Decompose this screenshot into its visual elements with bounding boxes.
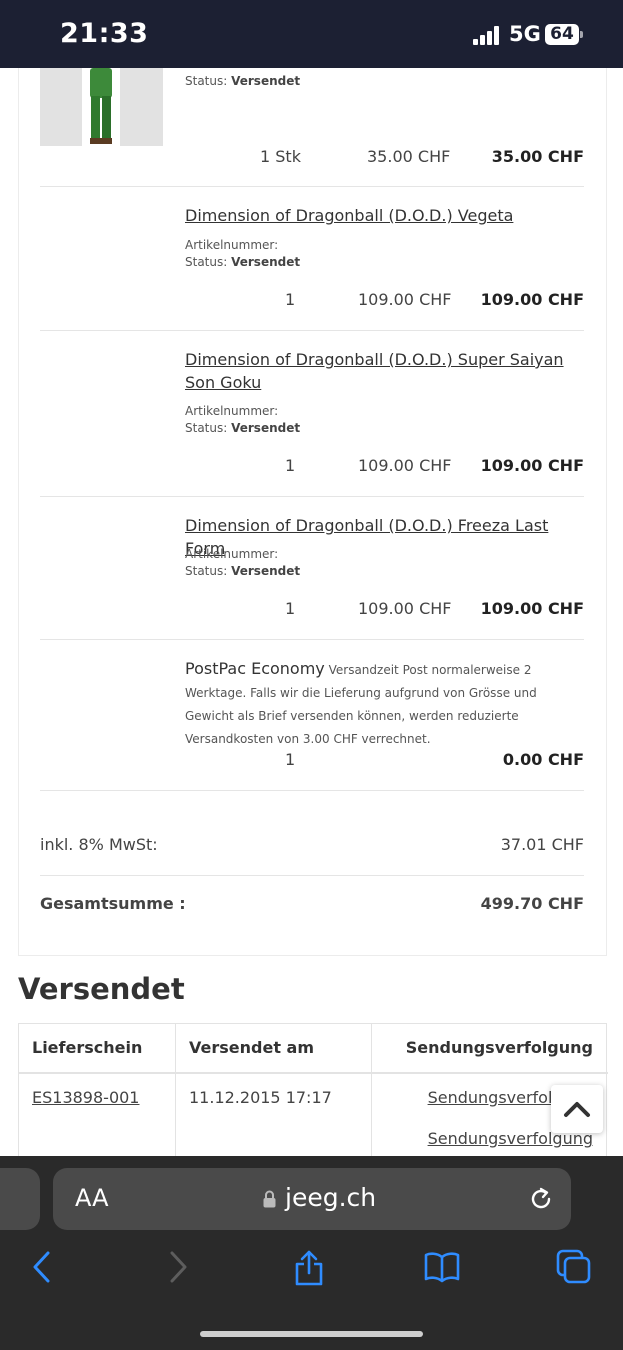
reload-icon[interactable] xyxy=(527,1185,555,1213)
shipment-section-title: Versendet xyxy=(18,972,185,1006)
item-unit-price: 109.00 CHF xyxy=(358,290,452,309)
item-status: Status: Versendet xyxy=(185,255,301,269)
divider xyxy=(40,496,584,497)
column-header-shipped-at: Versendet am xyxy=(189,1038,315,1057)
back-icon[interactable] xyxy=(30,1249,54,1285)
item-sku-label: Artikelnummer: xyxy=(185,238,279,252)
item-total: 109.00 CHF xyxy=(480,456,584,475)
order-card xyxy=(18,68,607,956)
product-image[interactable] xyxy=(40,68,163,146)
item-title-link[interactable]: Dimension of Dragonball (D.O.D.) Super S… xyxy=(185,348,575,394)
column-header-delivery-note: Lieferschein xyxy=(32,1038,143,1057)
item-qty: 1 xyxy=(285,599,296,618)
scroll-to-top-button[interactable] xyxy=(551,1085,603,1133)
divider xyxy=(40,330,584,331)
previous-tab-preview[interactable] xyxy=(0,1168,40,1230)
item-total: 109.00 CHF xyxy=(480,599,584,618)
shipping-method: PostPac Economy Versandzeit Post normale… xyxy=(185,657,580,751)
item-meta: Artikelnummer: Status: Versendet xyxy=(185,546,300,580)
page-content: Status: Versendet 1 Stk 35.00 CHF 35.00 … xyxy=(0,68,623,1156)
column-header-tracking: Sendungsverfolgung xyxy=(405,1038,593,1057)
shipment-table: Lieferschein Versendet am Sendungsverfol… xyxy=(18,1023,608,1156)
shipped-at-value: 11.12.2015 17:17 xyxy=(189,1088,332,1107)
shipping-name: PostPac Economy xyxy=(185,659,325,678)
forward-icon[interactable] xyxy=(166,1249,190,1285)
item-qty: 1 xyxy=(285,456,296,475)
item-status: Status: Versendet xyxy=(185,421,301,435)
divider xyxy=(40,639,584,640)
item-sku-label: Artikelnummer: xyxy=(185,547,279,561)
divider xyxy=(40,875,584,876)
item-unit-price: 109.00 CHF xyxy=(358,456,452,475)
divider xyxy=(40,790,584,791)
item-total: 35.00 CHF xyxy=(491,147,584,166)
grand-total-value: 499.70 CHF xyxy=(480,894,584,913)
chevron-up-icon xyxy=(564,1102,590,1117)
battery-icon: 64 xyxy=(545,24,583,45)
action-figure-image xyxy=(82,68,120,146)
item-unit-price: 35.00 CHF xyxy=(367,147,451,166)
status-bar: 21:33 5G 64 xyxy=(0,0,623,68)
divider xyxy=(40,186,584,187)
signal-icon xyxy=(473,25,503,45)
item-meta: Artikelnummer: Status: Versendet xyxy=(185,403,300,437)
vat-value: 37.01 CHF xyxy=(500,835,584,854)
status-time: 21:33 xyxy=(60,18,149,49)
item-unit-price: 109.00 CHF xyxy=(358,599,452,618)
bookmarks-icon[interactable] xyxy=(423,1249,461,1285)
item-qty: 1 Stk xyxy=(260,147,301,166)
grand-total-label: Gesamtsumme : xyxy=(40,894,186,913)
item-sku-label: Artikelnummer: xyxy=(185,404,279,418)
url-domain: jeeg.ch xyxy=(285,1183,377,1212)
browser-toolbar: AA jeeg.ch xyxy=(0,1156,623,1350)
delivery-note-link[interactable]: ES13898-001 xyxy=(32,1088,139,1107)
share-icon[interactable] xyxy=(293,1249,325,1287)
item-qty: 1 xyxy=(285,290,296,309)
shipping-qty: 1 xyxy=(285,750,296,769)
item-total: 109.00 CHF xyxy=(480,290,584,309)
network-type: 5G xyxy=(509,22,541,46)
lock-icon xyxy=(263,1190,276,1208)
address-bar[interactable]: AA jeeg.ch xyxy=(53,1168,571,1230)
vat-label: inkl. 8% MwSt: xyxy=(40,835,158,854)
item-status: Status: Versendet xyxy=(185,564,301,578)
tabs-icon[interactable] xyxy=(556,1249,592,1285)
item-title-link[interactable]: Dimension of Dragonball (D.O.D.) Vegeta xyxy=(185,204,575,227)
shipping-total: 0.00 CHF xyxy=(502,750,584,769)
item-status: Status: Versendet xyxy=(185,74,301,88)
home-indicator xyxy=(200,1331,423,1337)
text-size-button[interactable]: AA xyxy=(75,1184,109,1212)
item-meta: Artikelnummer: Status: Versendet xyxy=(185,237,300,271)
